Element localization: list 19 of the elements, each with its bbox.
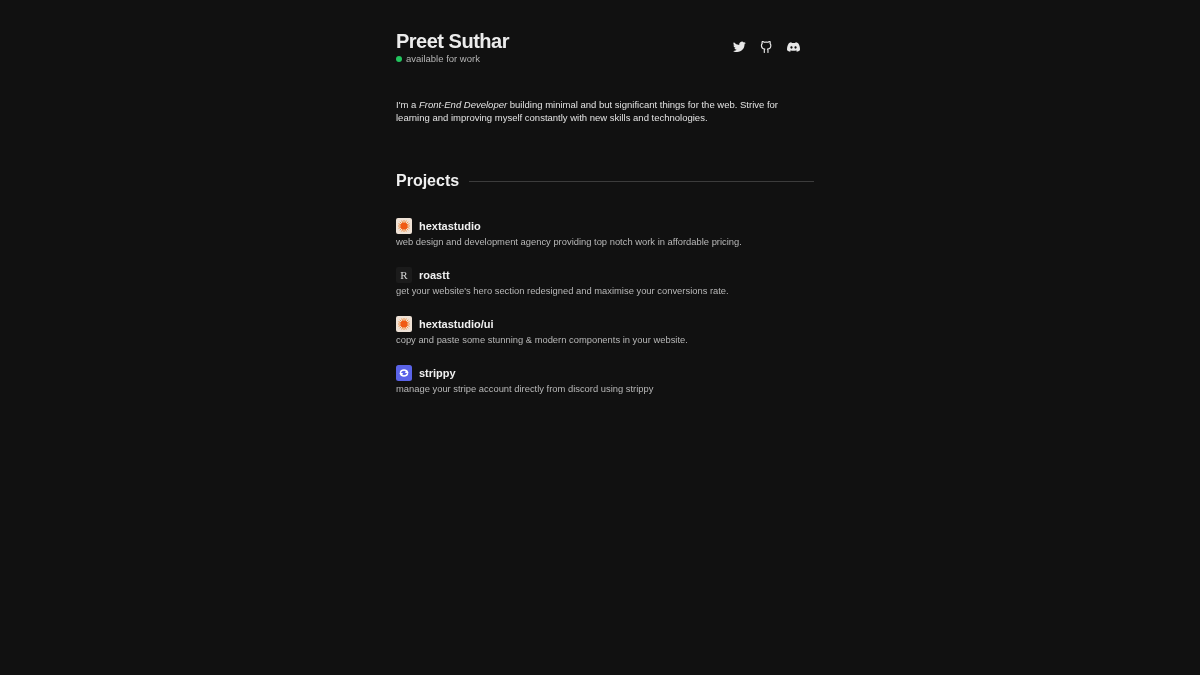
project-description: get your website's hero section redesigned and maximise your conversions rate. bbox=[396, 285, 730, 298]
project-link[interactable]: strippy bbox=[419, 366, 456, 381]
cat-outline-icon[interactable] bbox=[760, 41, 773, 53]
gamepad-icon[interactable] bbox=[787, 41, 800, 53]
project-description: manage your stripe account directly from discord using strippy bbox=[396, 383, 655, 396]
project-link[interactable]: roastt bbox=[419, 268, 450, 283]
letter-logo: R bbox=[396, 267, 412, 284]
bird-icon[interactable] bbox=[733, 41, 746, 53]
loop-logo-icon bbox=[396, 365, 412, 382]
project-description: copy and paste some stunning & modern components in your website. bbox=[396, 334, 689, 347]
bio-paragraph: I'm a Front-End Developer building minimal and but significant things for the web. Strive for learning and improving myself constantly with new skills and technologies. bbox=[396, 99, 779, 125]
project-description: web design and development agency providing top notch work in affordable pricing. bbox=[396, 236, 743, 249]
project-link[interactable]: hextastudio/ui bbox=[419, 317, 494, 332]
sunburst-logo-icon bbox=[396, 218, 412, 235]
project-link[interactable]: hextastudio bbox=[419, 219, 481, 234]
sunburst-logo-icon bbox=[396, 316, 412, 333]
profile-name: Preet Suthar bbox=[396, 29, 509, 53]
projects-heading: Projects bbox=[396, 171, 460, 192]
status-text: available for work bbox=[406, 53, 480, 65]
